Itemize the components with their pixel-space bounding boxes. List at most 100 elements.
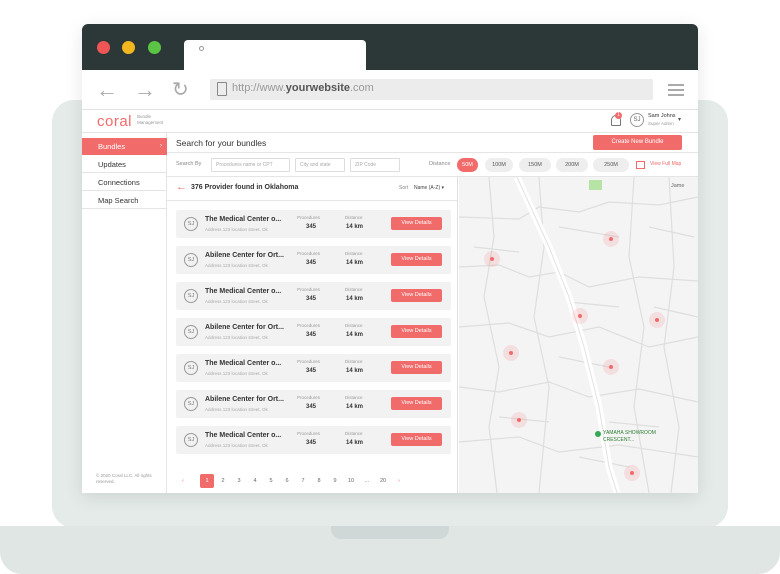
view-details-button[interactable]: View Details [391, 325, 442, 338]
prev-page-button[interactable]: ‹ [176, 474, 190, 488]
provider-avatar: SJ [184, 325, 198, 339]
chevron-right-icon: › [160, 143, 162, 149]
page-9[interactable]: 9 [328, 474, 342, 488]
provider-card[interactable]: SJ The Medical Center o... Address 123 loc… [176, 282, 451, 310]
map-pin-icon[interactable] [509, 351, 513, 355]
page-6[interactable]: 6 [280, 474, 294, 488]
search-by-label: Search By [176, 161, 202, 167]
provider-card[interactable]: SJ Abilene Center for Ort... Address 123 l… [176, 318, 451, 346]
provider-address: Address 123 location street, Ok [205, 407, 268, 412]
hamburger-menu-icon[interactable] [668, 84, 684, 99]
distance-chip-200m[interactable]: 200M [556, 158, 588, 172]
list-header: ← 376 Provider found in Oklahoma Sort Na… [167, 177, 458, 201]
map-canvas[interactable]: Jame YAMAHA SHOWROOM CRESCENT... [459, 177, 698, 493]
notification-badge: 1 [615, 112, 622, 119]
sidebar-item-bundles[interactable]: Bundles › [82, 138, 167, 155]
view-details-button[interactable]: View Details [391, 217, 442, 230]
back-arrow-icon[interactable]: ← [176, 181, 187, 193]
map-icon[interactable] [636, 161, 645, 169]
maximize-window-button[interactable] [148, 41, 161, 54]
procedures-label: Procedures [297, 323, 321, 328]
park-area [589, 180, 602, 190]
distance-chip-250m[interactable]: 250M [593, 158, 629, 172]
city-input[interactable]: City and state [295, 158, 345, 172]
map-pin-icon[interactable] [630, 471, 634, 475]
distance-value: 14 km [346, 260, 364, 266]
provider-name[interactable]: The Medical Center o... [205, 432, 281, 439]
sidebar-item-updates[interactable]: Updates [82, 156, 167, 173]
reload-icon[interactable]: ↻ [172, 79, 189, 101]
procedures-label: Procedures [297, 215, 321, 220]
view-details-button[interactable]: View Details [391, 361, 442, 374]
minimize-window-button[interactable] [122, 41, 135, 54]
view-details-button[interactable]: View Details [391, 433, 442, 446]
page-20[interactable]: 20 [376, 474, 390, 488]
procedures-count: 345 [306, 404, 317, 410]
zip-input[interactable]: ZIP Code [350, 158, 400, 172]
location-pin-icon[interactable] [595, 431, 601, 437]
distance-label: Distance [345, 251, 363, 256]
provider-address: Address 123 location street, Ok [205, 335, 268, 340]
map-pin-icon[interactable] [609, 365, 613, 369]
user-avatar[interactable]: SJ [630, 113, 644, 127]
distance-value: 14 km [346, 368, 364, 374]
url-bar[interactable]: http://www.yourwebsite.com [210, 79, 653, 100]
provider-name[interactable]: Abilene Center for Ort... [205, 396, 284, 403]
provider-avatar: SJ [184, 361, 198, 375]
distance-value: 14 km [346, 224, 364, 230]
provider-name[interactable]: The Medical Center o... [205, 360, 281, 367]
browser-tab[interactable] [184, 40, 366, 70]
distance-chip-100m[interactable]: 100M [485, 158, 513, 172]
map-pin-icon[interactable] [517, 418, 521, 422]
page-7[interactable]: 7 [296, 474, 310, 488]
back-arrow-icon[interactable]: ← [96, 79, 118, 101]
page-2[interactable]: 2 [216, 474, 230, 488]
provider-card[interactable]: SJ Abilene Center for Ort... Address 123 l… [176, 390, 451, 418]
create-bundle-button[interactable]: Create New Bundle [593, 135, 682, 150]
map-view[interactable]: Jame YAMAHA SHOWROOM CRESCENT... [459, 177, 698, 493]
close-window-button[interactable] [97, 41, 110, 54]
sidebar-item-map-search[interactable]: Map Search [82, 192, 167, 209]
page-5[interactable]: 5 [264, 474, 278, 488]
distance-label: Distance [345, 431, 363, 436]
provider-name[interactable]: Abilene Center for Ort... [205, 252, 284, 259]
view-details-button[interactable]: View Details [391, 397, 442, 410]
procedure-input[interactable]: Procedures name or CPT [211, 158, 290, 172]
page-10[interactable]: 10 [344, 474, 358, 488]
provider-card[interactable]: SJ Abilene Center for Ort... Address 123 l… [176, 246, 451, 274]
user-name[interactable]: Sam Johns [648, 113, 676, 119]
provider-card[interactable]: SJ The Medical Center o... Address 123 loc… [176, 354, 451, 382]
provider-name[interactable]: The Medical Center o... [205, 288, 281, 295]
page-1[interactable]: 1 [200, 474, 214, 488]
forward-arrow-icon[interactable]: → [134, 79, 156, 101]
page-8[interactable]: 8 [312, 474, 326, 488]
provider-card[interactable]: SJ The Medical Center o... Address 123 loc… [176, 210, 451, 238]
map-pin-icon[interactable] [490, 257, 494, 261]
map-pin-icon[interactable] [578, 314, 582, 318]
page-3[interactable]: 3 [232, 474, 246, 488]
chevron-down-icon[interactable]: ▾ [678, 116, 681, 123]
map-pin-icon[interactable] [609, 237, 613, 241]
provider-card[interactable]: SJ The Medical Center o... Address 123 loc… [176, 426, 451, 454]
procedures-count: 345 [306, 296, 317, 302]
view-details-button[interactable]: View Details [391, 253, 442, 266]
distance-chip-150m[interactable]: 150M [519, 158, 551, 172]
sidebar-item-connections[interactable]: Connections [82, 174, 167, 191]
logo: coral [97, 113, 133, 130]
view-details-button[interactable]: View Details [391, 289, 442, 302]
procedures-count: 345 [306, 224, 317, 230]
provider-name[interactable]: Abilene Center for Ort... [205, 324, 284, 331]
provider-avatar: SJ [184, 289, 198, 303]
provider-name[interactable]: The Medical Center o... [205, 216, 281, 223]
sort-dropdown[interactable]: Name (A-Z) ▾ [414, 185, 444, 191]
next-page-button[interactable]: › [392, 474, 406, 488]
app: coral Bundle Management 1 SJ Sam Johns S… [82, 110, 698, 493]
browser-window: ← → ↻ http://www.yourwebsite.com coral B… [82, 24, 698, 493]
map-pin-icon[interactable] [655, 318, 659, 322]
procedures-label: Procedures [297, 359, 321, 364]
page-header: Search for your bundles Create New Bundl… [167, 133, 698, 153]
page-4[interactable]: 4 [248, 474, 262, 488]
distance-chip-50m[interactable]: 50M [457, 158, 478, 172]
view-full-map-link[interactable]: View Full Map [650, 161, 681, 167]
app-header: coral Bundle Management 1 SJ Sam Johns S… [82, 110, 698, 133]
